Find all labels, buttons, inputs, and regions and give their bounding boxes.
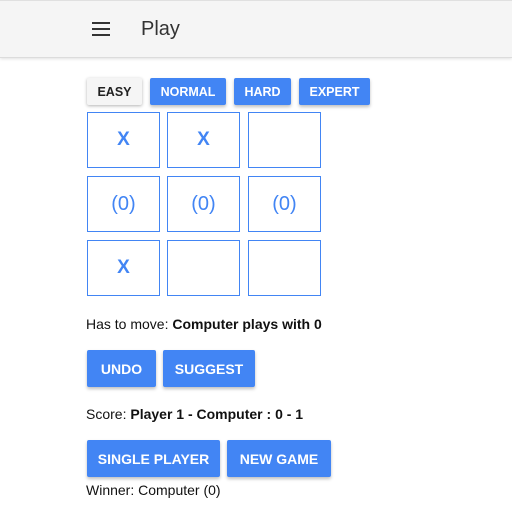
game-board: X X (0) (0) (0) X (87, 112, 321, 296)
score-status: Score: Player 1 - Computer : 0 - 1 (86, 406, 303, 422)
turn-label: Has to move: (86, 316, 169, 332)
turn-status: Has to move: Computer plays with 0 (86, 316, 322, 332)
board-cell[interactable]: (0) (248, 176, 321, 232)
board-cell[interactable] (248, 240, 321, 296)
board-cell[interactable] (248, 112, 321, 168)
hamburger-menu-icon (84, 15, 116, 45)
new-game-button[interactable]: NEW GAME (227, 440, 331, 477)
board-cell[interactable] (167, 240, 240, 296)
undo-button[interactable]: UNDO (87, 350, 156, 387)
single-player-button[interactable]: SINGLE PLAYER (87, 440, 220, 477)
difficulty-expert-button[interactable]: EXPERT (299, 78, 370, 105)
board-cell[interactable]: (0) (87, 176, 160, 232)
page-title: Play (141, 18, 180, 40)
app-bar: Play (0, 0, 512, 58)
board-cell[interactable]: X (87, 112, 160, 168)
difficulty-normal-button[interactable]: NORMAL (150, 78, 226, 105)
board-cell[interactable]: X (87, 240, 160, 296)
suggest-button[interactable]: SUGGEST (163, 350, 255, 387)
difficulty-easy-button[interactable]: EASY (87, 78, 142, 105)
board-cell[interactable]: X (167, 112, 240, 168)
score-label: Score: (86, 406, 127, 422)
score-value: Player 1 - Computer : 0 - 1 (130, 406, 304, 422)
board-cell[interactable]: (0) (167, 176, 240, 232)
turn-value: Computer plays with 0 (172, 316, 322, 332)
menu-button[interactable] (84, 15, 116, 45)
winner-status: Winner: Computer (0) (86, 482, 221, 498)
difficulty-hard-button[interactable]: HARD (234, 78, 291, 105)
